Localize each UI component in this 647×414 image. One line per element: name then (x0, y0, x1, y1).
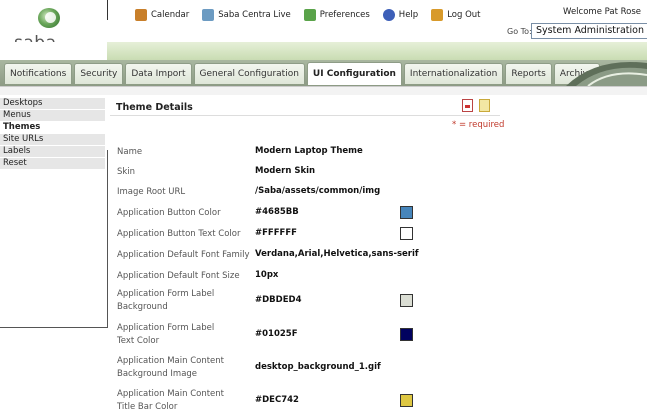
field-label-image-root-url: Image Root URL (117, 187, 186, 197)
color-swatch-button-text[interactable] (400, 227, 413, 240)
tab-security[interactable]: Security (74, 63, 124, 84)
top-nav: Calendar Saba Centra Live Preferences He… (135, 7, 489, 23)
color-swatch-form-label-text[interactable] (400, 328, 413, 341)
tab-bar: Notifications Security Data Import Gener… (4, 62, 600, 85)
sidebar-item-menus[interactable]: Menus (0, 110, 105, 122)
field-value-button-text-color: #FFFFFF (255, 228, 297, 238)
topnav-centra-live[interactable]: Saba Centra Live (202, 9, 291, 21)
field-label-main-content-background-image: Application Main Content Background Imag… (117, 356, 224, 379)
field-label-form-label-text-color: Application Form Label Text Color (117, 323, 215, 346)
tab-ui-configuration[interactable]: UI Configuration (306, 62, 402, 85)
field-label-button-text-color: Application Button Text Color (117, 229, 241, 239)
tab-data-import[interactable]: Data Import (125, 63, 192, 84)
topnav-help[interactable]: Help (382, 9, 418, 21)
header-swoosh-graphic (566, 61, 647, 86)
calendar-icon (135, 9, 147, 21)
field-value-skin: Modern Skin (255, 166, 316, 176)
pdf-export-icon[interactable] (462, 99, 473, 112)
field-label-title-bar-color: Application Main Content Title Bar Color (117, 389, 224, 412)
sidebar-item-site-urls[interactable]: Site URLs (0, 134, 105, 146)
help-icon (382, 9, 395, 21)
field-value-image-root-url: /Saba/assets/common/img (255, 186, 381, 196)
preferences-icon (303, 9, 316, 21)
goto-select[interactable]: System Administration (531, 23, 647, 39)
sidebar-frame (0, 150, 108, 328)
field-value-title-bar-color: #DEC742 (255, 395, 299, 405)
header-divider (107, 0, 108, 20)
field-value-font-size: 10px (255, 270, 279, 280)
field-value-button-color: #4685BB (255, 207, 299, 217)
tab-general-configuration[interactable]: General Configuration (193, 63, 305, 84)
required-note: * = required (452, 120, 505, 130)
field-label-font-size: Application Default Font Size (117, 271, 240, 281)
tab-internationalization[interactable]: Internationalization (403, 63, 504, 84)
color-swatch-form-label-background[interactable] (400, 294, 413, 307)
tab-reports[interactable]: Reports (505, 63, 552, 84)
field-label-button-color: Application Button Color (117, 208, 221, 218)
field-label-skin: Skin (117, 167, 136, 177)
centra-live-icon (202, 9, 215, 21)
goto-label: Go To: (507, 27, 532, 36)
field-label-name: Name (117, 147, 143, 157)
notes-icon[interactable] (479, 99, 490, 112)
panel-title: Theme Details (116, 102, 193, 113)
sidebar-item-desktops[interactable]: Desktops (0, 98, 105, 110)
field-label-form-label-background: Application Form Label Background (117, 289, 215, 312)
topnav-calendar[interactable]: Calendar (135, 9, 189, 21)
color-swatch-title-bar[interactable] (400, 394, 413, 407)
sidebar-item-themes[interactable]: Themes (0, 122, 105, 134)
welcome-text: Welcome Pat Rose (563, 7, 641, 17)
saba-logo-icon (38, 8, 60, 28)
color-swatch-button[interactable] (400, 206, 413, 219)
logout-icon (431, 9, 444, 21)
field-value-form-label-background: #DBDED4 (255, 295, 302, 305)
field-value-form-label-text-color: #01025F (255, 329, 298, 339)
logo-bar-cover (0, 42, 107, 60)
field-value-font-family: Verdana,Arial,Helvetica,sans-serif (255, 249, 419, 259)
content-divider (0, 86, 647, 95)
tab-notifications[interactable]: Notifications (4, 63, 73, 84)
topnav-logout[interactable]: Log Out (431, 9, 480, 21)
field-label-font-family: Application Default Font Family (117, 250, 250, 260)
field-value-name: Modern Laptop Theme (255, 146, 363, 156)
field-value-main-content-background-image: desktop_background_1.gif (255, 362, 381, 372)
topnav-preferences[interactable]: Preferences (303, 9, 370, 21)
